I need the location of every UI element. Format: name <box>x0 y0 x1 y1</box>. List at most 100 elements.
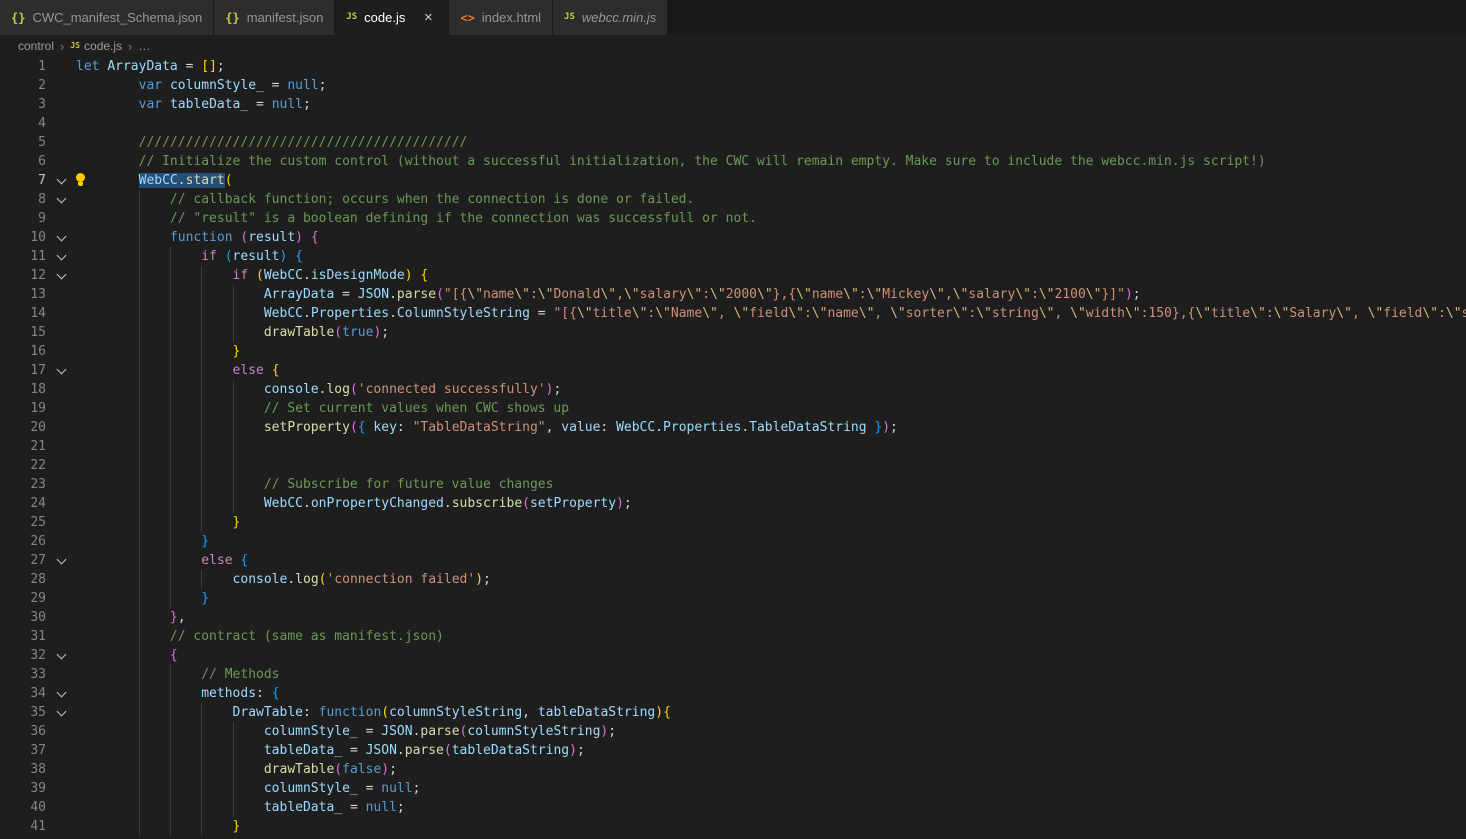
code-line[interactable]: 25 } <box>0 513 1466 532</box>
fold-column[interactable] <box>46 684 76 703</box>
code-line[interactable]: 20 setProperty({ key: "TableDataString",… <box>0 418 1466 437</box>
code-line[interactable]: 19 // Set current values when CWC shows … <box>0 399 1466 418</box>
chevron-down-icon[interactable] <box>56 269 66 279</box>
breadcrumb-item[interactable]: … <box>138 39 150 53</box>
fold-column[interactable] <box>46 551 76 570</box>
code-line[interactable]: 8 // callback function; occurs when the … <box>0 190 1466 209</box>
breadcrumb-separator-icon: › <box>128 39 132 54</box>
code-line[interactable]: 7 WebCC.start( <box>0 171 1466 190</box>
line-number: 3 <box>0 95 46 114</box>
line-content: if (result) { <box>76 247 1466 266</box>
code-line[interactable]: 33 // Methods <box>0 665 1466 684</box>
line-number: 27 <box>0 551 46 570</box>
code-line[interactable]: 14 WebCC.Properties.ColumnStyleString = … <box>0 304 1466 323</box>
line-number: 14 <box>0 304 46 323</box>
fold-column <box>46 304 76 323</box>
code-line[interactable]: 23 // Subscribe for future value changes <box>0 475 1466 494</box>
chevron-down-icon[interactable] <box>56 231 66 241</box>
chevron-down-icon[interactable] <box>56 193 66 203</box>
tab-manifest-json[interactable]: {}manifest.json <box>214 0 335 35</box>
code-line[interactable]: 35 DrawTable: function(columnStyleString… <box>0 703 1466 722</box>
code-line[interactable]: 12 if (WebCC.isDesignMode) { <box>0 266 1466 285</box>
chevron-down-icon[interactable] <box>56 554 66 564</box>
code-line[interactable]: 1let ArrayData = []; <box>0 57 1466 76</box>
code-line[interactable]: 18 console.log('connected successfully')… <box>0 380 1466 399</box>
code-line[interactable]: 34 methods: { <box>0 684 1466 703</box>
line-content: // Subscribe for future value changes <box>76 475 1466 494</box>
code-line[interactable]: 22 <box>0 456 1466 475</box>
line-content: // "result" is a boolean defining if the… <box>76 209 1466 228</box>
code-line[interactable]: 32 { <box>0 646 1466 665</box>
line-content: function (result) { <box>76 228 1466 247</box>
fold-column[interactable] <box>46 228 76 247</box>
fold-column[interactable] <box>46 703 76 722</box>
code-line[interactable]: 39 columnStyle_ = null; <box>0 779 1466 798</box>
code-line[interactable]: 10 function (result) { <box>0 228 1466 247</box>
tab-index-html[interactable]: <>index.html <box>449 0 553 35</box>
chevron-down-icon[interactable] <box>56 250 66 260</box>
line-number: 23 <box>0 475 46 494</box>
fold-column <box>46 114 76 133</box>
code-line[interactable]: 27 else { <box>0 551 1466 570</box>
code-line[interactable]: 38 drawTable(false); <box>0 760 1466 779</box>
fold-column[interactable] <box>46 361 76 380</box>
tab-webcc-min-js[interactable]: JSwebcc.min.js <box>553 0 668 35</box>
code-line[interactable]: 15 drawTable(true); <box>0 323 1466 342</box>
line-content: WebCC.start( <box>76 171 1466 190</box>
line-number: 10 <box>0 228 46 247</box>
chevron-down-icon[interactable] <box>56 687 66 697</box>
code-text: // Initialize the custom control (withou… <box>76 154 1266 169</box>
chevron-down-icon[interactable] <box>56 364 66 374</box>
fold-column[interactable] <box>46 646 76 665</box>
code-line[interactable]: 17 else { <box>0 361 1466 380</box>
line-content: setProperty({ key: "TableDataString", va… <box>76 418 1466 437</box>
fold-column[interactable] <box>46 266 76 285</box>
code-line[interactable]: 16 } <box>0 342 1466 361</box>
code-line[interactable]: 40 tableData_ = null; <box>0 798 1466 817</box>
code-line[interactable]: 26 } <box>0 532 1466 551</box>
code-text: var tableData_ = null; <box>76 97 311 112</box>
code-line[interactable]: 11 if (result) { <box>0 247 1466 266</box>
code-line[interactable]: 4 <box>0 114 1466 133</box>
tab-cwc-manifest-schema-json[interactable]: {}CWC_manifest_Schema.json <box>0 0 214 35</box>
fold-column <box>46 532 76 551</box>
line-content: drawTable(true); <box>76 323 1466 342</box>
code-line[interactable]: 5 //////////////////////////////////////… <box>0 133 1466 152</box>
breadcrumb-item[interactable]: JScode.js <box>70 39 122 53</box>
fold-column[interactable] <box>46 247 76 266</box>
close-icon[interactable]: × <box>419 9 437 27</box>
chevron-down-icon[interactable] <box>56 649 66 659</box>
line-content: // Initialize the custom control (withou… <box>76 152 1466 171</box>
code-line[interactable]: 41 } <box>0 817 1466 836</box>
code-line[interactable]: 28 console.log('connection failed'); <box>0 570 1466 589</box>
line-number: 9 <box>0 209 46 228</box>
tab-code-js[interactable]: JScode.js× <box>335 0 449 35</box>
code-line[interactable]: 21 <box>0 437 1466 456</box>
code-line[interactable]: 36 columnStyle_ = JSON.parse(columnStyle… <box>0 722 1466 741</box>
line-content: ////////////////////////////////////////… <box>76 133 1466 152</box>
tab-label: manifest.json <box>247 10 324 25</box>
fold-column <box>46 722 76 741</box>
fold-column[interactable] <box>46 171 76 190</box>
breadcrumb-item[interactable]: control <box>18 39 54 53</box>
line-content: drawTable(false); <box>76 760 1466 779</box>
line-number: 17 <box>0 361 46 380</box>
line-number: 40 <box>0 798 46 817</box>
line-number: 39 <box>0 779 46 798</box>
code-line[interactable]: 29 } <box>0 589 1466 608</box>
code-line[interactable]: 6 // Initialize the custom control (with… <box>0 152 1466 171</box>
code-line[interactable]: 13 ArrayData = JSON.parse("[{\"name\":\"… <box>0 285 1466 304</box>
line-number: 28 <box>0 570 46 589</box>
code-line[interactable]: 3 var tableData_ = null; <box>0 95 1466 114</box>
code-line[interactable]: 30 }, <box>0 608 1466 627</box>
code-line[interactable]: 31 // contract (same as manifest.json) <box>0 627 1466 646</box>
fold-column <box>46 437 76 456</box>
code-line[interactable]: 24 WebCC.onPropertyChanged.subscribe(set… <box>0 494 1466 513</box>
code-line[interactable]: 9 // "result" is a boolean defining if t… <box>0 209 1466 228</box>
chevron-down-icon[interactable] <box>56 706 66 716</box>
fold-column[interactable] <box>46 190 76 209</box>
code-line[interactable]: 2 var columnStyle_ = null; <box>0 76 1466 95</box>
chevron-down-icon[interactable] <box>56 174 66 184</box>
code-text: else { <box>76 363 280 378</box>
code-line[interactable]: 37 tableData_ = JSON.parse(tableDataStri… <box>0 741 1466 760</box>
